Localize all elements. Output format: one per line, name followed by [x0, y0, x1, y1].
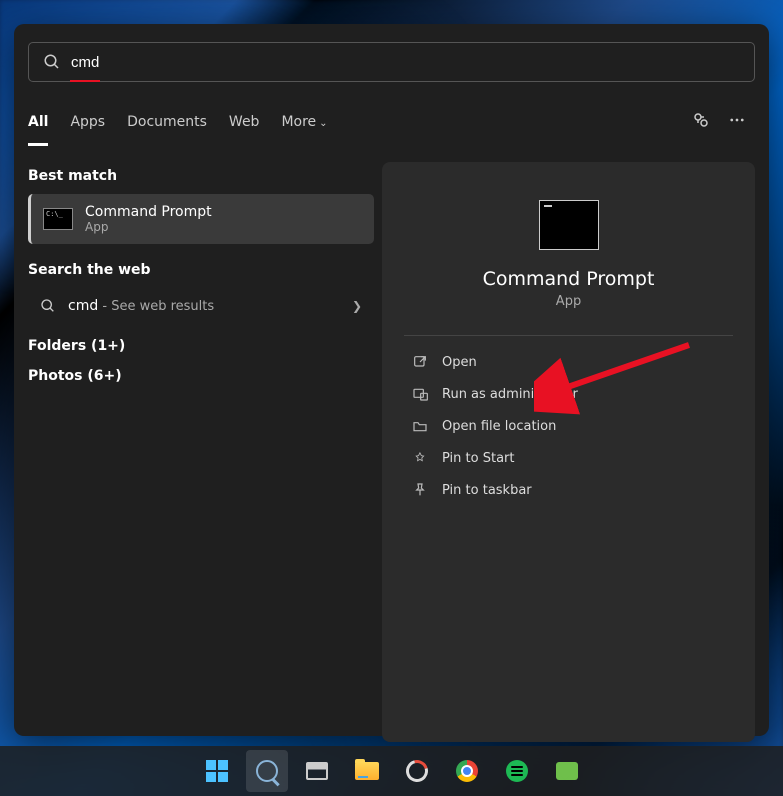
- taskbar-spotify[interactable]: [496, 750, 538, 792]
- action-label: Pin to taskbar: [442, 483, 532, 498]
- result-title: Command Prompt: [85, 204, 212, 220]
- web-term: cmd: [68, 298, 98, 314]
- best-match-result[interactable]: Command Prompt App: [28, 194, 374, 244]
- result-subtitle: App: [85, 220, 212, 234]
- chrome-icon: [456, 760, 478, 782]
- folder-icon: [412, 418, 428, 434]
- search-web-label: Search the web: [28, 262, 374, 278]
- divider: [404, 335, 733, 336]
- preview-subtitle: App: [404, 294, 733, 309]
- tab-all[interactable]: All: [28, 114, 48, 130]
- admin-icon: [412, 386, 428, 402]
- taskbar-app[interactable]: [396, 750, 438, 792]
- tab-documents[interactable]: Documents: [127, 114, 207, 130]
- action-run-admin[interactable]: Run as administrator: [404, 378, 733, 410]
- folders-label[interactable]: Folders (1+): [28, 338, 374, 354]
- action-open-location[interactable]: Open file location: [404, 410, 733, 442]
- chevron-right-icon: ❯: [352, 299, 362, 313]
- search-icon: [43, 53, 61, 71]
- tab-web[interactable]: Web: [229, 114, 260, 130]
- action-label: Run as administrator: [442, 387, 578, 402]
- search-bar[interactable]: [28, 42, 755, 82]
- preview-app-icon: [539, 200, 599, 250]
- spotify-icon: [506, 760, 528, 782]
- preview-title: Command Prompt: [404, 268, 733, 290]
- taskbar-search[interactable]: [246, 750, 288, 792]
- more-options-icon[interactable]: [719, 111, 755, 133]
- windows-icon: [206, 760, 228, 782]
- search-panel: All Apps Documents Web More⌄ Best match …: [14, 24, 769, 736]
- photos-label[interactable]: Photos (6+): [28, 368, 374, 384]
- action-pin-taskbar[interactable]: Pin to taskbar: [404, 474, 733, 506]
- command-prompt-icon: [43, 208, 73, 230]
- spellcheck-underline: [70, 80, 100, 82]
- action-label: Pin to Start: [442, 451, 514, 466]
- open-icon: [412, 354, 428, 370]
- taskbar: [0, 746, 783, 796]
- web-result-row[interactable]: cmd - See web results ❯: [28, 288, 374, 324]
- preview-column: Command Prompt App Open Run as administr…: [382, 162, 755, 742]
- tabs-row: All Apps Documents Web More⌄: [28, 104, 755, 140]
- taskbar-taskview[interactable]: [296, 750, 338, 792]
- action-label: Open file location: [442, 419, 556, 434]
- tab-more[interactable]: More⌄: [281, 114, 327, 130]
- taskbar-chrome[interactable]: [446, 750, 488, 792]
- chevron-down-icon: ⌄: [319, 118, 327, 129]
- web-suffix: - See web results: [98, 299, 214, 314]
- explorer-icon: [355, 762, 379, 780]
- action-open[interactable]: Open: [404, 346, 733, 378]
- action-label: Open: [442, 355, 477, 370]
- app-icon: [401, 756, 431, 786]
- action-pin-start[interactable]: Pin to Start: [404, 442, 733, 474]
- taskbar-chat[interactable]: [546, 750, 588, 792]
- taskview-icon: [306, 762, 328, 780]
- chat-icon: [556, 762, 578, 780]
- quick-search-icon[interactable]: [683, 111, 719, 133]
- pin-icon: [412, 482, 428, 498]
- search-icon: [256, 760, 278, 782]
- taskbar-start[interactable]: [196, 750, 238, 792]
- tab-apps[interactable]: Apps: [70, 114, 105, 130]
- taskbar-explorer[interactable]: [346, 750, 388, 792]
- search-icon: [40, 298, 56, 314]
- search-input[interactable]: [71, 54, 740, 71]
- results-column: Best match Command Prompt App Search the…: [28, 162, 374, 742]
- best-match-label: Best match: [28, 168, 374, 184]
- pin-icon: [412, 450, 428, 466]
